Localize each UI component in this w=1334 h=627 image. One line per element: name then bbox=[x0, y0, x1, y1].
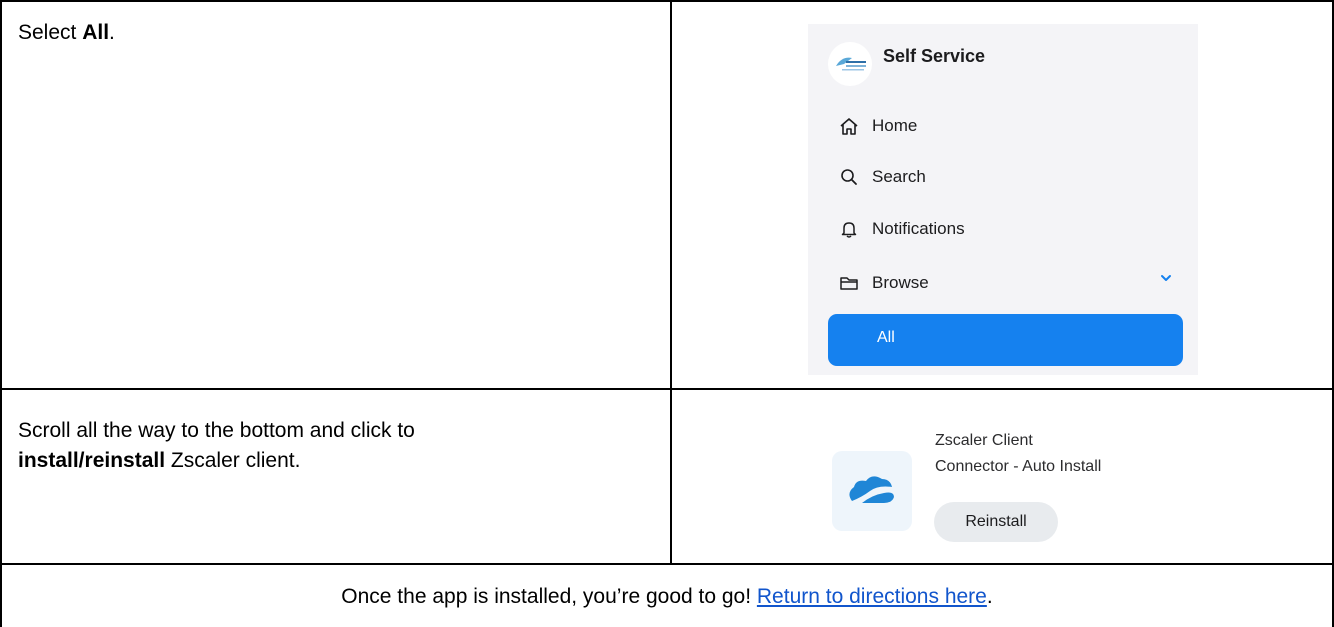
nav-label-browse: Browse bbox=[872, 273, 929, 292]
footer-text: Once the app is installed, you’re good t… bbox=[341, 585, 757, 608]
table-border-top bbox=[0, 0, 1334, 2]
reinstall-label: Reinstall bbox=[965, 513, 1027, 530]
app-name-line-1: Zscaler Client bbox=[935, 432, 1033, 449]
table-border-left bbox=[0, 0, 2, 627]
self-service-sidebar: Self Service Home Search Notifications B… bbox=[808, 24, 1198, 375]
step-1-prefix: Select bbox=[18, 21, 83, 44]
home-icon bbox=[838, 115, 860, 137]
row-divider-1 bbox=[0, 388, 1334, 390]
instruction-table: Select All. Self Service Home Search Not… bbox=[0, 0, 1334, 627]
bell-icon bbox=[838, 218, 860, 240]
nav-label-home: Home bbox=[872, 116, 918, 135]
footer-message: Once the app is installed, you’re good t… bbox=[0, 582, 1334, 612]
step-2-line-2: install/reinstall Zscaler client. bbox=[18, 446, 415, 476]
nav-label-notifications: Notifications bbox=[872, 219, 965, 238]
return-to-directions-link[interactable]: Return to directions here bbox=[757, 585, 987, 608]
app-name-line-2: Connector - Auto Install bbox=[935, 458, 1102, 475]
column-divider bbox=[670, 0, 672, 565]
self-service-logo bbox=[828, 42, 872, 86]
footer-suffix: . bbox=[986, 585, 993, 608]
step-2-line-1: Scroll all the way to the bottom and cli… bbox=[18, 419, 415, 442]
nav-label-all: All bbox=[877, 329, 895, 346]
zscaler-app-tile[interactable] bbox=[832, 451, 912, 531]
nav-item-search[interactable]: Search bbox=[838, 162, 926, 192]
chevron-down-icon[interactable] bbox=[1158, 270, 1174, 286]
nav-label-search: Search bbox=[872, 167, 926, 186]
step-1-bold: All bbox=[82, 21, 110, 44]
step-2-instruction: Scroll all the way to the bottom and cli… bbox=[18, 416, 415, 476]
step-2-suffix: Zscaler client. bbox=[165, 449, 301, 472]
reinstall-button[interactable]: Reinstall bbox=[934, 502, 1058, 542]
step-1-instruction: Select All. bbox=[18, 18, 115, 48]
search-icon bbox=[838, 166, 860, 188]
nav-item-all-selected[interactable]: All bbox=[828, 314, 1183, 366]
nav-item-browse[interactable]: Browse bbox=[838, 268, 929, 298]
nav-item-notifications[interactable]: Notifications bbox=[838, 214, 965, 244]
zscaler-cloud-icon bbox=[832, 476, 912, 535]
step-2-bold: install/reinstall bbox=[18, 449, 166, 472]
nav-item-home[interactable]: Home bbox=[838, 111, 917, 141]
folder-icon bbox=[838, 272, 860, 294]
row-divider-2 bbox=[0, 563, 1334, 565]
self-service-title: Self Service bbox=[883, 46, 986, 66]
step-1-suffix: . bbox=[109, 21, 115, 44]
